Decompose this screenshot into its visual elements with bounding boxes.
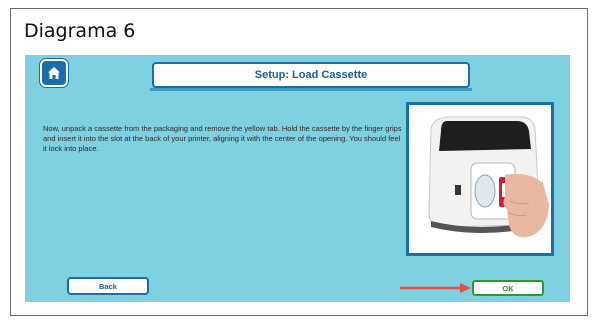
ok-button[interactable]: OK <box>472 280 544 296</box>
ok-button-label: OK <box>502 283 514 293</box>
annotation-arrow-icon <box>400 283 471 293</box>
instructions-text: Now, unpack a cassette from the packagin… <box>43 124 402 153</box>
page-title: Setup: Load Cassette <box>254 69 368 81</box>
back-button[interactable]: Back <box>67 277 149 295</box>
title-underline <box>150 88 472 91</box>
figure-caption: Diagrama 6 <box>24 20 136 42</box>
home-icon <box>48 67 60 79</box>
printer-photo <box>406 102 554 256</box>
page-title-bar: Setup: Load Cassette <box>152 62 470 88</box>
home-button[interactable] <box>40 59 68 87</box>
printer-cassette-illustration <box>428 116 549 238</box>
back-button-label: Back <box>99 281 117 291</box>
